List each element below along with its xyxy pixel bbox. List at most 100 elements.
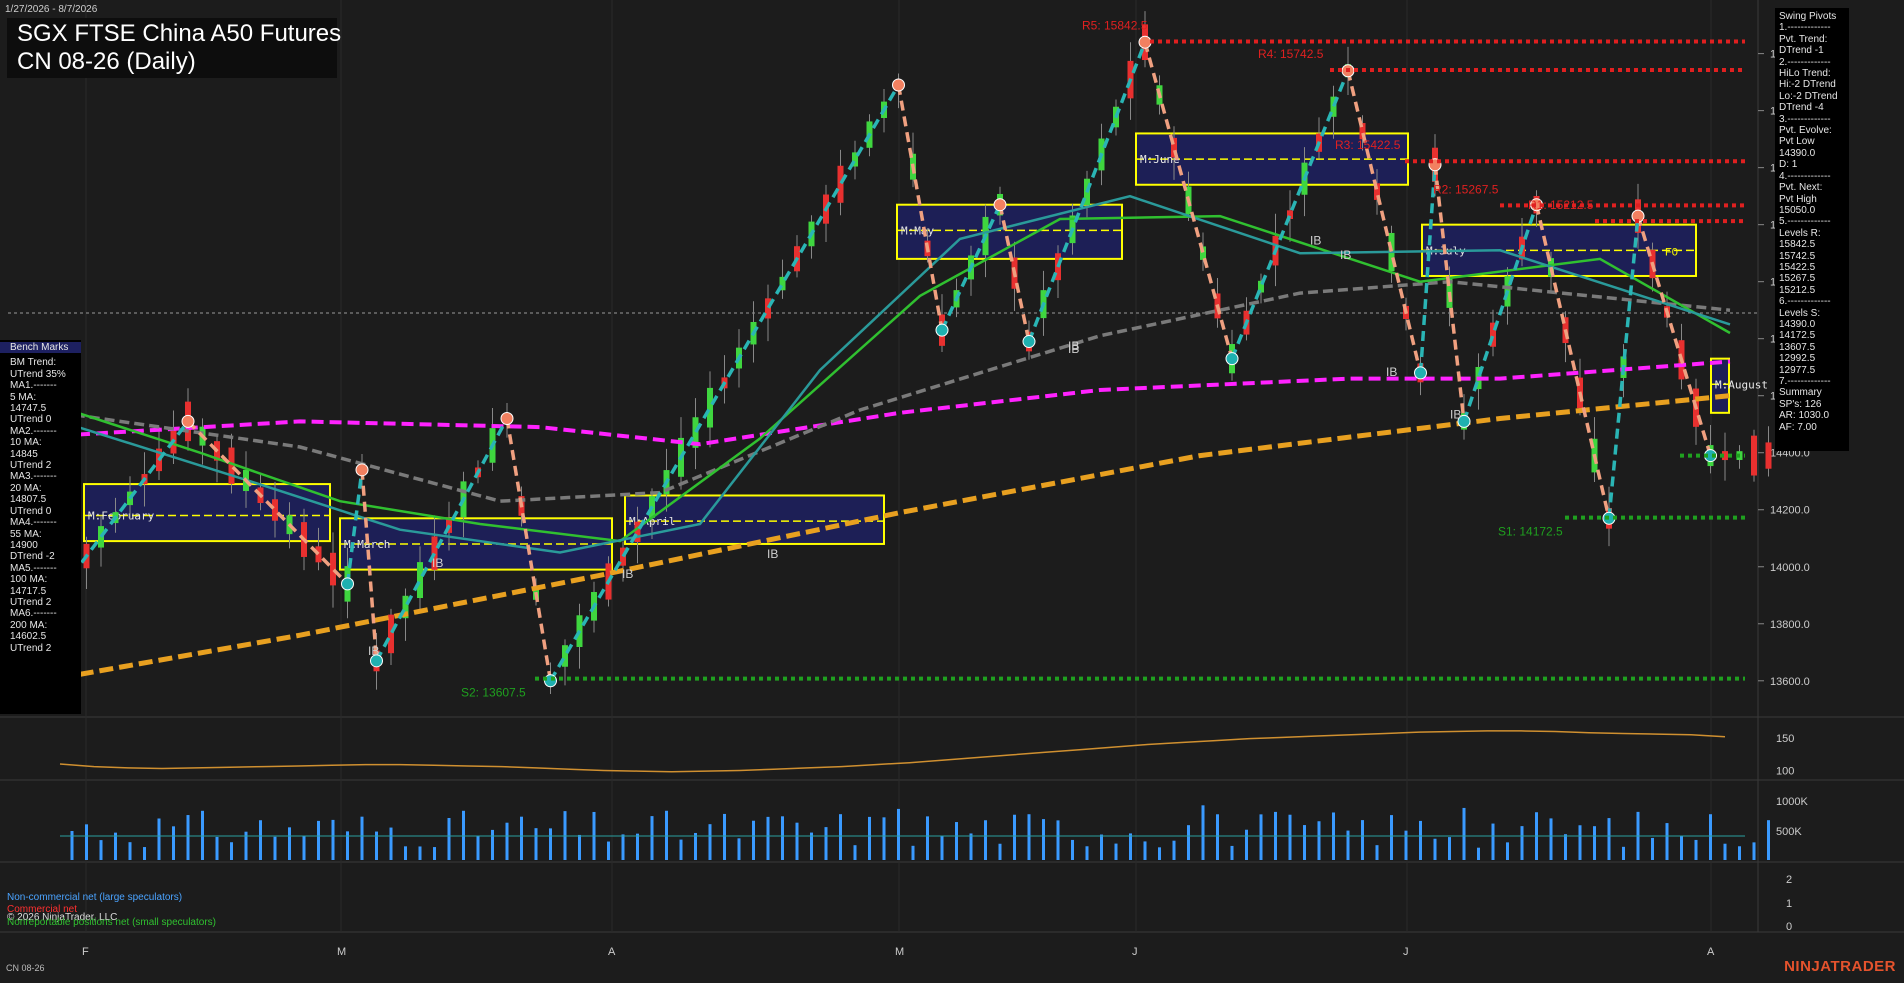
level-label: R5: 15842.5 bbox=[1082, 18, 1148, 32]
ma-55-line bbox=[59, 279, 1731, 503]
pivot-line: SP's: 126 bbox=[1779, 398, 1822, 410]
pivot-line: 7.------------- bbox=[1779, 376, 1831, 387]
pivot-line: 12992.5 bbox=[1779, 353, 1816, 365]
ib-label: IB bbox=[1310, 234, 1321, 248]
benchmark-line: 200 MA: bbox=[10, 619, 48, 631]
x-tick-label: A bbox=[608, 946, 616, 958]
benchmark-line: 14747.5 bbox=[10, 403, 47, 415]
chart-title-box: SGX FTSE China A50 Futures CN 08-26 (Dai… bbox=[7, 18, 341, 78]
pivot-low-dot bbox=[1022, 335, 1036, 349]
pivot-line: 12977.5 bbox=[1779, 364, 1816, 376]
pivot-high-dot bbox=[181, 414, 195, 428]
chart-window: F M A M J J A 13600.0 13800.0 14000.0 14200.0 14400… bbox=[0, 0, 1904, 979]
benchmark-line: UTrend 35% bbox=[10, 368, 66, 380]
pivot-line: Pvt. Next: bbox=[1779, 182, 1823, 194]
candle-body bbox=[388, 614, 394, 654]
x-tick-label: J bbox=[1132, 946, 1138, 958]
pivot-line: AR: 1030.0 bbox=[1779, 410, 1830, 422]
pivot-line: 13607.5 bbox=[1779, 341, 1816, 353]
swing-up-line bbox=[1027, 41, 1147, 343]
level-label: R4: 15742.5 bbox=[1258, 47, 1324, 61]
pivot-line: Pvt. Trend: bbox=[1779, 33, 1828, 45]
pivot-line: 14390.0 bbox=[1779, 318, 1816, 330]
benchmarks-panel: Bench Marks BM Trend: UTrend 35% MA1.------… bbox=[0, 340, 81, 714]
ib-label: IB bbox=[368, 644, 379, 658]
oscillator-tick-label: 150 bbox=[1776, 733, 1794, 745]
candle-body bbox=[837, 165, 844, 203]
pivot-line: DTrend -4 bbox=[1779, 102, 1824, 114]
pivot-high-dot bbox=[500, 412, 514, 426]
benchmarks-title: Bench Marks bbox=[0, 342, 81, 354]
benchmark-line: UTrend 2 bbox=[10, 460, 52, 472]
pivot-line: 2.------------- bbox=[1779, 56, 1831, 68]
pivot-line: Levels S: bbox=[1779, 307, 1821, 319]
ib-label: IB bbox=[1340, 248, 1351, 262]
footer-symbol: CN 08-26 bbox=[6, 963, 45, 973]
swing-up-line bbox=[548, 84, 901, 682]
swing-down-line bbox=[1433, 164, 1466, 422]
benchmark-line: MA2.------- bbox=[10, 425, 57, 437]
legend-nonreportable: Nonreportable positions net (small specu… bbox=[7, 917, 216, 928]
volume-tick-label: 500K bbox=[1776, 826, 1802, 838]
x-tick-label: J bbox=[1403, 946, 1409, 958]
pivot-line: Summary bbox=[1779, 387, 1822, 399]
pivot-line: Swing Pivots bbox=[1779, 11, 1837, 22]
pivot-line: 15212.5 bbox=[1779, 284, 1816, 296]
benchmark-line: DTrend -2 bbox=[10, 551, 55, 563]
pivot-low-dot bbox=[544, 674, 557, 688]
pivot-line: DTrend -1 bbox=[1779, 45, 1824, 57]
f0-label: F0 bbox=[1665, 246, 1678, 258]
ib-label: IB bbox=[432, 556, 443, 570]
pivot-line: 14172.5 bbox=[1779, 330, 1816, 342]
pivot-line: Pvt High bbox=[1779, 193, 1817, 205]
benchmark-line: UTrend 2 bbox=[10, 642, 52, 654]
pivot-line: 15742.5 bbox=[1779, 250, 1816, 262]
date-range: 1/27/2026 - 8/7/2026 bbox=[5, 4, 98, 15]
benchmark-line: MA6.------- bbox=[10, 608, 57, 620]
ib-label: IB bbox=[1450, 408, 1461, 422]
pivot-line: 6.------------- bbox=[1779, 296, 1831, 308]
x-tick-label: M bbox=[895, 946, 904, 958]
price-chart[interactable]: F M A M J J A13600.013800.014000.014200.014400… bbox=[0, 0, 1904, 979]
cot-tick-label: 2 bbox=[1786, 874, 1792, 886]
pivot-high-dot bbox=[355, 463, 369, 477]
pivot-low-dot bbox=[1414, 366, 1427, 380]
pivot-line: 15267.5 bbox=[1779, 273, 1816, 285]
benchmark-line: UTrend 2 bbox=[10, 596, 52, 608]
pivot-line: 14390.0 bbox=[1779, 147, 1816, 159]
benchmark-line: 14602.5 bbox=[10, 631, 47, 643]
pivot-line: 15842.5 bbox=[1779, 239, 1816, 251]
pivot-line: 15050.0 bbox=[1779, 204, 1816, 216]
candle-body bbox=[1751, 435, 1757, 476]
candle-body bbox=[417, 562, 423, 599]
ib-label: IB bbox=[622, 567, 633, 581]
pivot-low-dot bbox=[935, 323, 949, 337]
pivot-line: 4.------------- bbox=[1779, 170, 1831, 182]
pivot-line: 1.------------- bbox=[1779, 22, 1831, 34]
price-tick-label: 13600.0 bbox=[1770, 676, 1810, 688]
volume-tick-label: 1000K bbox=[1776, 796, 1808, 808]
pivot-low-dot bbox=[1225, 352, 1239, 366]
pivot-low-dot bbox=[341, 577, 354, 591]
swing-down-line bbox=[1346, 70, 1423, 374]
level-label: S2: 13607.5 bbox=[461, 686, 526, 700]
pivot-line: Levels R: bbox=[1779, 227, 1821, 239]
benchmark-line: 14717.5 bbox=[10, 585, 47, 597]
cot-tick-label: 0 bbox=[1786, 921, 1792, 933]
x-tick-label: A bbox=[1707, 946, 1715, 958]
ib-label: IB bbox=[1068, 342, 1079, 356]
pivot-line: AF: 7.00 bbox=[1779, 421, 1817, 433]
level-label: S1: 14172.5 bbox=[1498, 525, 1563, 539]
level-label: R2: 15267.5 bbox=[1433, 182, 1499, 196]
swing-pivots-panel: Swing Pivots 1.------------- Pvt. Trend: DT… bbox=[1775, 8, 1849, 451]
pivot-line: HiLo Trend: bbox=[1779, 68, 1831, 80]
benchmark-line: 14845 bbox=[10, 448, 38, 460]
pivot-line: 15422.5 bbox=[1779, 261, 1816, 273]
ib-label: IB bbox=[767, 547, 778, 561]
price-tick-label: 14200.0 bbox=[1770, 505, 1810, 517]
candle-body bbox=[1765, 442, 1772, 469]
x-tick-label: M bbox=[337, 946, 346, 958]
chart-title: SGX FTSE China A50 Futures bbox=[17, 20, 342, 47]
oscillator-line bbox=[59, 730, 1726, 773]
candle-body bbox=[272, 499, 278, 521]
